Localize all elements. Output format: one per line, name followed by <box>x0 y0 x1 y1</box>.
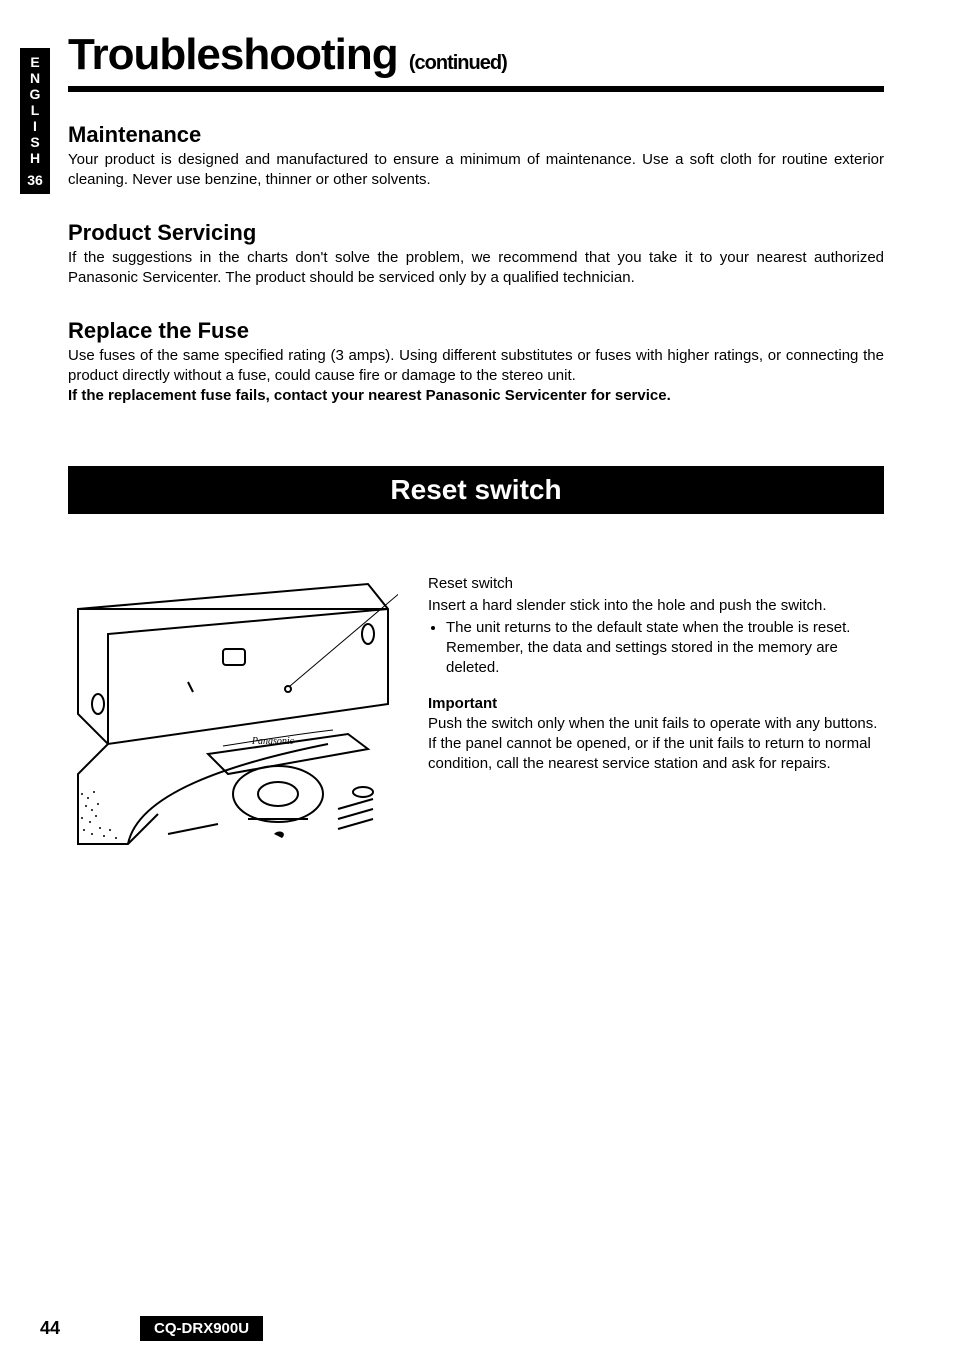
reset-intro: Insert a hard slender stick into the hol… <box>428 596 884 616</box>
page-number: 44 <box>40 1318 60 1339</box>
language-tab: ENGLISH 36 <box>20 48 50 194</box>
device-illustration-icon: Panasonic <box>68 574 398 854</box>
fuse-bold: If the replacement fuse fails, contact y… <box>68 386 884 406</box>
page-content: Troubleshooting (continued) Maintenance … <box>68 30 884 854</box>
important-heading: Important <box>428 694 884 714</box>
important-line1: Push the switch only when the unit fails… <box>428 714 884 734</box>
reset-text-block: Reset switch Insert a hard slender stick… <box>428 574 884 774</box>
title-main: Troubleshooting <box>68 30 398 79</box>
reset-label: Reset switch <box>428 574 884 594</box>
reset-row: Panasonic Reset switch Insert a hard sle… <box>68 574 884 854</box>
important-line2: If the panel cannot be opened, or if the… <box>428 734 884 774</box>
title-rule <box>68 86 884 92</box>
fuse-heading: Replace the Fuse <box>68 318 884 344</box>
servicing-body: If the suggestions in the charts don't s… <box>68 248 884 288</box>
reset-bullet: The unit returns to the default state wh… <box>446 618 884 678</box>
title-continued: (continued) <box>409 52 507 74</box>
servicing-heading: Product Servicing <box>68 220 884 246</box>
language-label: ENGLISH <box>20 54 50 166</box>
reset-diagram: Panasonic <box>68 574 398 854</box>
maintenance-heading: Maintenance <box>68 122 884 148</box>
page-footer: 44 CQ-DRX900U <box>40 1316 884 1341</box>
fuse-body: Use fuses of the same specified rating (… <box>68 346 884 386</box>
maintenance-body: Your product is designed and manufacture… <box>68 150 884 190</box>
brand-label: Panasonic <box>251 736 295 747</box>
model-badge: CQ-DRX900U <box>140 1316 263 1341</box>
page-title: Troubleshooting (continued) <box>68 30 884 80</box>
reset-switch-bar: Reset switch <box>68 466 884 514</box>
section-number: 36 <box>20 172 50 188</box>
